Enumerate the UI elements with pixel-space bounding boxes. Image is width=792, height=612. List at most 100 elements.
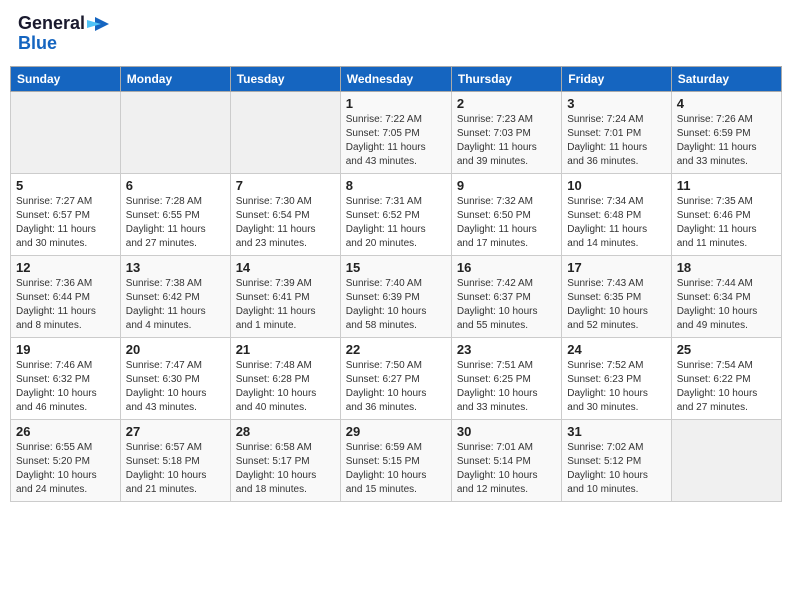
day-info: Sunrise: 7:31 AM Sunset: 6:52 PM Dayligh…: [346, 195, 446, 251]
day-info: Sunrise: 7:47 AM Sunset: 6:30 PM Dayligh…: [126, 359, 225, 415]
day-cell: 15 Sunrise: 7:40 AM Sunset: 6:39 PM Dayli…: [340, 255, 451, 337]
day-info: Sunrise: 7:22 AM Sunset: 7:05 PM Dayligh…: [346, 113, 446, 169]
day-info: Sunrise: 7:02 AM Sunset: 5:12 PM Dayligh…: [567, 441, 665, 497]
day-info: Sunrise: 7:38 AM Sunset: 6:42 PM Dayligh…: [126, 277, 225, 333]
day-info: Sunrise: 7:34 AM Sunset: 6:48 PM Dayligh…: [567, 195, 665, 251]
day-number: 23: [457, 342, 556, 357]
day-number: 15: [346, 260, 446, 275]
day-info: Sunrise: 7:01 AM Sunset: 5:14 PM Dayligh…: [457, 441, 556, 497]
day-cell: 3 Sunrise: 7:24 AM Sunset: 7:01 PM Daylig…: [562, 91, 671, 173]
day-number: 7: [236, 178, 335, 193]
day-number: 16: [457, 260, 556, 275]
week-row-1: 5 Sunrise: 7:27 AM Sunset: 6:57 PM Daylig…: [11, 173, 782, 255]
day-cell: 31 Sunrise: 7:02 AM Sunset: 5:12 PM Dayli…: [562, 419, 671, 501]
day-cell: 19 Sunrise: 7:46 AM Sunset: 6:32 PM Dayli…: [11, 337, 121, 419]
day-number: 21: [236, 342, 335, 357]
day-cell: 22Sunrise: 7:50 AM Sunset: 6:27 PM Dayli…: [340, 337, 451, 419]
day-cell: 7 Sunrise: 7:30 AM Sunset: 6:54 PM Daylig…: [230, 173, 340, 255]
day-cell: 27 Sunrise: 6:57 AM Sunset: 5:18 PM Dayli…: [120, 419, 230, 501]
day-cell: 4 Sunrise: 7:26 AM Sunset: 6:59 PM Daylig…: [671, 91, 781, 173]
day-info: Sunrise: 7:40 AM Sunset: 6:39 PM Dayligh…: [346, 277, 446, 333]
day-info: Sunrise: 7:30 AM Sunset: 6:54 PM Dayligh…: [236, 195, 335, 251]
day-cell: 12 Sunrise: 7:36 AM Sunset: 6:44 PM Dayli…: [11, 255, 121, 337]
day-info: Sunrise: 7:27 AM Sunset: 6:57 PM Dayligh…: [16, 195, 115, 251]
week-row-3: 19 Sunrise: 7:46 AM Sunset: 6:32 PM Dayli…: [11, 337, 782, 419]
day-info: Sunrise: 7:28 AM Sunset: 6:55 PM Dayligh…: [126, 195, 225, 251]
logo-general: General: [18, 14, 85, 34]
day-info: Sunrise: 7:35 AM Sunset: 6:46 PM Dayligh…: [677, 195, 776, 251]
day-info: Sunrise: 6:59 AM Sunset: 5:15 PM Dayligh…: [346, 441, 446, 497]
day-number: 29: [346, 424, 446, 439]
day-cell: 23Sunrise: 7:51 AM Sunset: 6:25 PM Dayli…: [451, 337, 561, 419]
day-number: 24: [567, 342, 665, 357]
weekday-header-saturday: Saturday: [671, 66, 781, 91]
day-info: Sunrise: 7:52 AM Sunset: 6:23 PM Dayligh…: [567, 359, 665, 415]
day-cell: 26Sunrise: 6:55 AM Sunset: 5:20 PM Dayli…: [11, 419, 121, 501]
day-cell: 9Sunrise: 7:32 AM Sunset: 6:50 PM Daylig…: [451, 173, 561, 255]
day-number: 14: [236, 260, 335, 275]
weekday-header-friday: Friday: [562, 66, 671, 91]
day-number: 6: [126, 178, 225, 193]
logo-container: General Blue: [18, 14, 109, 54]
logo-bird-icon: [87, 15, 109, 33]
day-cell: [120, 91, 230, 173]
day-cell: 28 Sunrise: 6:58 AM Sunset: 5:17 PM Dayli…: [230, 419, 340, 501]
weekday-header-tuesday: Tuesday: [230, 66, 340, 91]
day-number: 18: [677, 260, 776, 275]
day-number: 20: [126, 342, 225, 357]
week-row-4: 26Sunrise: 6:55 AM Sunset: 5:20 PM Dayli…: [11, 419, 782, 501]
day-cell: 5 Sunrise: 7:27 AM Sunset: 6:57 PM Daylig…: [11, 173, 121, 255]
day-info: Sunrise: 7:26 AM Sunset: 6:59 PM Dayligh…: [677, 113, 776, 169]
day-number: 4: [677, 96, 776, 111]
day-cell: 20 Sunrise: 7:47 AM Sunset: 6:30 PM Dayli…: [120, 337, 230, 419]
day-number: 10: [567, 178, 665, 193]
weekday-header-thursday: Thursday: [451, 66, 561, 91]
day-info: Sunrise: 7:23 AM Sunset: 7:03 PM Dayligh…: [457, 113, 556, 169]
day-cell: 14 Sunrise: 7:39 AM Sunset: 6:41 PM Dayli…: [230, 255, 340, 337]
day-number: 26: [16, 424, 115, 439]
logo-blue: Blue: [18, 34, 57, 54]
day-cell: 21 Sunrise: 7:48 AM Sunset: 6:28 PM Dayli…: [230, 337, 340, 419]
week-row-2: 12 Sunrise: 7:36 AM Sunset: 6:44 PM Dayli…: [11, 255, 782, 337]
day-number: 12: [16, 260, 115, 275]
weekday-header-row: SundayMondayTuesdayWednesdayThursdayFrid…: [11, 66, 782, 91]
day-info: Sunrise: 6:57 AM Sunset: 5:18 PM Dayligh…: [126, 441, 225, 497]
day-info: Sunrise: 7:48 AM Sunset: 6:28 PM Dayligh…: [236, 359, 335, 415]
day-cell: 16 Sunrise: 7:42 AM Sunset: 6:37 PM Dayli…: [451, 255, 561, 337]
day-number: 5: [16, 178, 115, 193]
day-cell: [11, 91, 121, 173]
day-cell: [671, 419, 781, 501]
day-cell: 6 Sunrise: 7:28 AM Sunset: 6:55 PM Daylig…: [120, 173, 230, 255]
day-info: Sunrise: 7:36 AM Sunset: 6:44 PM Dayligh…: [16, 277, 115, 333]
day-number: 27: [126, 424, 225, 439]
day-info: Sunrise: 7:42 AM Sunset: 6:37 PM Dayligh…: [457, 277, 556, 333]
day-cell: 17 Sunrise: 7:43 AM Sunset: 6:35 PM Dayli…: [562, 255, 671, 337]
day-info: Sunrise: 7:24 AM Sunset: 7:01 PM Dayligh…: [567, 113, 665, 169]
day-number: 3: [567, 96, 665, 111]
day-number: 25: [677, 342, 776, 357]
day-number: 2: [457, 96, 556, 111]
day-info: Sunrise: 7:46 AM Sunset: 6:32 PM Dayligh…: [16, 359, 115, 415]
day-info: Sunrise: 7:43 AM Sunset: 6:35 PM Dayligh…: [567, 277, 665, 333]
day-number: 9: [457, 178, 556, 193]
day-info: Sunrise: 7:50 AM Sunset: 6:27 PM Dayligh…: [346, 359, 446, 415]
day-number: 1: [346, 96, 446, 111]
day-number: 31: [567, 424, 665, 439]
day-info: Sunrise: 7:39 AM Sunset: 6:41 PM Dayligh…: [236, 277, 335, 333]
day-number: 8: [346, 178, 446, 193]
day-number: 28: [236, 424, 335, 439]
day-cell: 8 Sunrise: 7:31 AM Sunset: 6:52 PM Daylig…: [340, 173, 451, 255]
day-cell: 29 Sunrise: 6:59 AM Sunset: 5:15 PM Dayli…: [340, 419, 451, 501]
calendar-table: SundayMondayTuesdayWednesdayThursdayFrid…: [10, 66, 782, 502]
day-number: 30: [457, 424, 556, 439]
day-cell: 18Sunrise: 7:44 AM Sunset: 6:34 PM Dayli…: [671, 255, 781, 337]
day-cell: 24 Sunrise: 7:52 AM Sunset: 6:23 PM Dayli…: [562, 337, 671, 419]
weekday-header-wednesday: Wednesday: [340, 66, 451, 91]
logo: General Blue: [18, 14, 109, 54]
day-number: 17: [567, 260, 665, 275]
day-info: Sunrise: 6:58 AM Sunset: 5:17 PM Dayligh…: [236, 441, 335, 497]
day-number: 19: [16, 342, 115, 357]
day-cell: 13 Sunrise: 7:38 AM Sunset: 6:42 PM Dayli…: [120, 255, 230, 337]
day-number: 13: [126, 260, 225, 275]
weekday-header-monday: Monday: [120, 66, 230, 91]
